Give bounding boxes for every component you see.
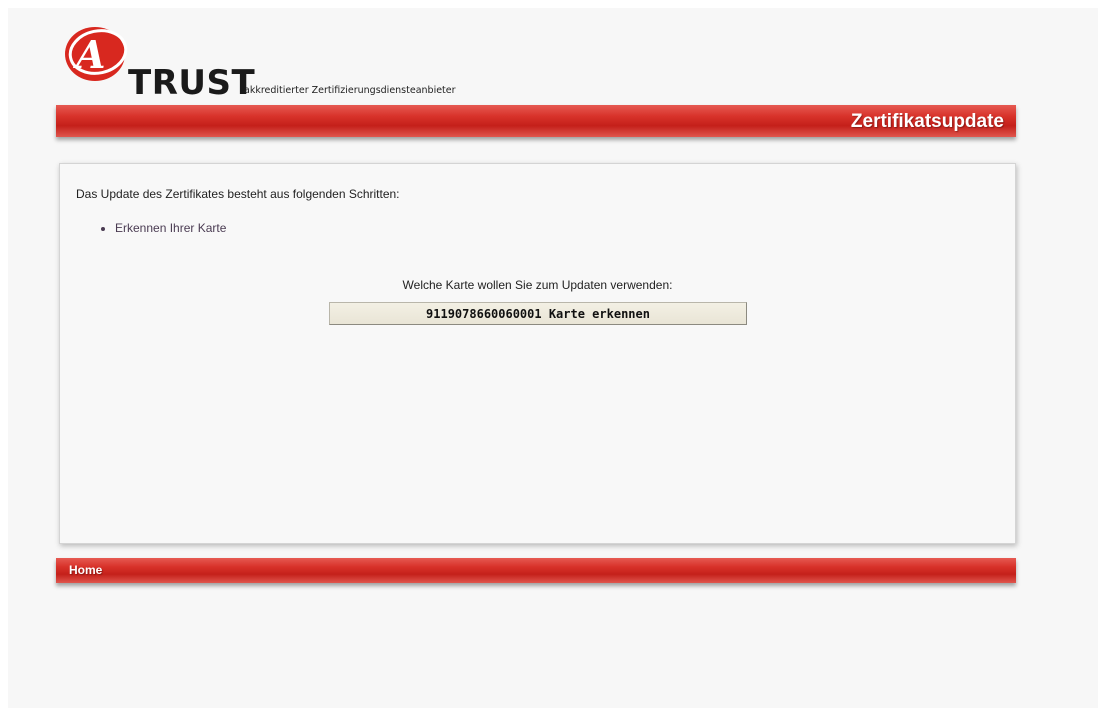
step-item: Erkennen Ihrer Karte <box>115 221 226 235</box>
a-trust-logo: A TRUST akkreditierter Zertifizierungsdi… <box>62 22 542 102</box>
intro-text: Das Update des Zertifikates besteht aus … <box>76 187 400 201</box>
home-link[interactable]: Home <box>69 563 102 577</box>
footer-bar: Home <box>56 558 1016 583</box>
steps-list: Erkennen Ihrer Karte <box>100 221 226 235</box>
brand-tagline: akkreditierter Zertifizierungsdiensteanb… <box>244 85 456 96</box>
a-trust-logo-icon: A <box>65 27 128 81</box>
logo-letter: A <box>73 32 105 77</box>
detect-card-button[interactable]: 9119078660060001 Karte erkennen <box>329 302 747 325</box>
page-title: Zertifikatsupdate <box>850 111 1004 132</box>
page: A TRUST akkreditierter Zertifizierungsdi… <box>8 8 1098 708</box>
content-panel: Das Update des Zertifikates besteht aus … <box>59 163 1016 544</box>
card-question: Welche Karte wollen Sie zum Updaten verw… <box>402 278 673 292</box>
header-bar: Zertifikatsupdate <box>56 105 1016 137</box>
brand-name: TRUST <box>128 63 256 103</box>
